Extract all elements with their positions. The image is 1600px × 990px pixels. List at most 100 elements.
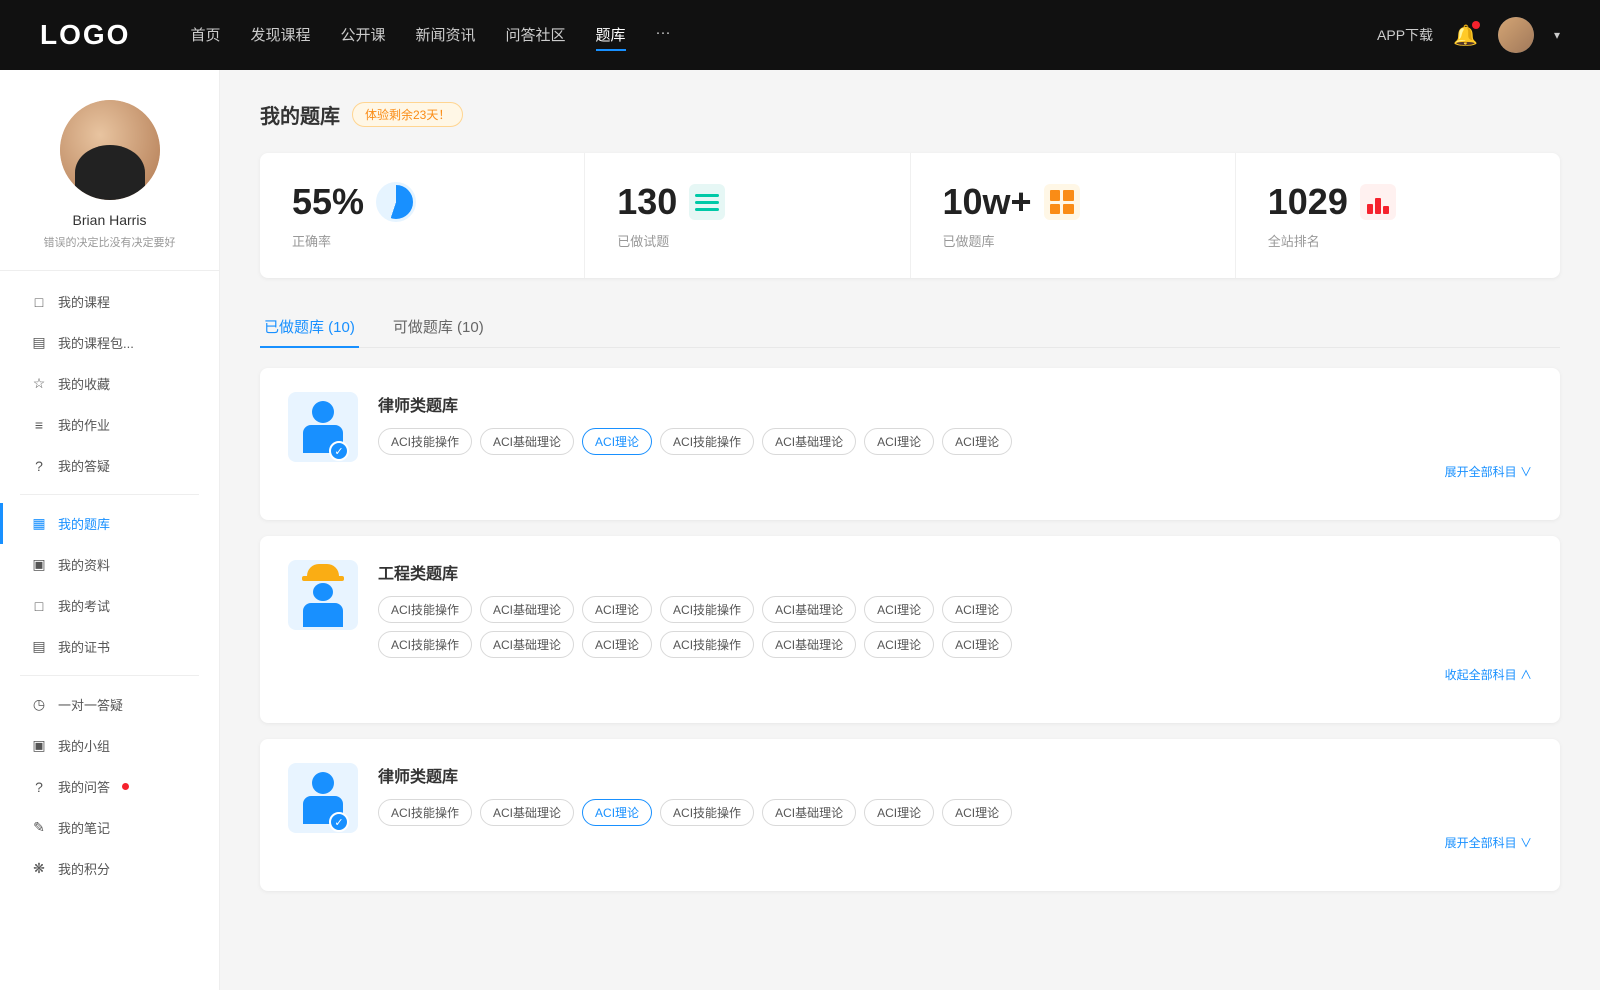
sidebar-item-groups[interactable]: ▣ 我的小组 [0, 725, 219, 766]
tag-3-7[interactable]: ACI理论 [942, 799, 1012, 826]
sidebar-item-certificates[interactable]: ▤ 我的证书 [0, 626, 219, 667]
tag-1-6[interactable]: ACI理论 [864, 428, 934, 455]
sidebar-item-label: 我的考试 [58, 596, 110, 615]
tag-3-6[interactable]: ACI理论 [864, 799, 934, 826]
tab-available-banks[interactable]: 可做题库 (10) [389, 306, 488, 347]
nav-logo[interactable]: LOGO [40, 19, 130, 51]
sidebar-item-my-qa[interactable]: ? 我的问答 [0, 766, 219, 807]
tag-2-5[interactable]: ACI基础理论 [762, 596, 856, 623]
tag-2-13[interactable]: ACI理论 [864, 631, 934, 658]
grid-cell-2 [1063, 190, 1074, 201]
tag-1-5[interactable]: ACI基础理论 [762, 428, 856, 455]
sidebar-item-homework[interactable]: ≡ 我的作业 [0, 404, 219, 445]
tag-2-6[interactable]: ACI理论 [864, 596, 934, 623]
notes-icon: ✎ [30, 819, 48, 836]
qbank-expand-3[interactable]: 展开全部科目 ∨ [378, 834, 1532, 851]
done-banks-icon [1044, 184, 1080, 220]
stat-done-questions: 130 已做试题 [585, 153, 910, 278]
nav-link-home[interactable]: 首页 [190, 20, 220, 51]
qbank-collapse-2[interactable]: 收起全部科目 ∧ [378, 666, 1532, 683]
nav-link-qa[interactable]: 问答社区 [506, 20, 566, 51]
tab-done-banks[interactable]: 已做题库 (10) [260, 306, 359, 347]
tag-2-10[interactable]: ACI理论 [582, 631, 652, 658]
nav-link-qbank[interactable]: 题库 [596, 20, 626, 51]
sidebar-divider-2 [20, 675, 199, 676]
tag-3-3[interactable]: ACI理论 [582, 799, 652, 826]
tag-3-1[interactable]: ACI技能操作 [378, 799, 472, 826]
tag-2-7[interactable]: ACI理论 [942, 596, 1012, 623]
sidebar-item-points[interactable]: ❋ 我的积分 [0, 848, 219, 889]
certificates-icon: ▤ [30, 638, 48, 655]
nav-link-discover[interactable]: 发现课程 [250, 20, 310, 51]
tag-2-14[interactable]: ACI理论 [942, 631, 1012, 658]
lawyer-checkmark: ✓ [329, 441, 349, 461]
stat-top-accuracy: 55% [292, 181, 552, 223]
qbank-card-2-header: 工程类题库 ACI技能操作 ACI基础理论 ACI理论 ACI技能操作 ACI基… [288, 560, 1532, 683]
user-menu-chevron[interactable]: ▾ [1554, 28, 1560, 42]
sidebar-item-qbank[interactable]: ▦ 我的题库 [0, 503, 219, 544]
engineer-hat-top [307, 564, 339, 576]
sidebar-item-label: 我的收藏 [58, 374, 110, 393]
my-courses-icon: □ [30, 294, 48, 310]
trial-badge: 体验剩余23天！ [352, 102, 463, 127]
main-content: 我的题库 体验剩余23天！ 55% 正确率 130 [220, 70, 1600, 990]
rank-bar-icon [1360, 184, 1396, 220]
sidebar-item-questions[interactable]: ? 我的答疑 [0, 445, 219, 486]
avatar-image-sidebar [60, 100, 160, 200]
my-qa-icon: ? [30, 779, 48, 795]
sidebar-item-label: 我的作业 [58, 415, 110, 434]
nav-link-opencourse[interactable]: 公开课 [340, 20, 385, 51]
tag-2-3[interactable]: ACI理论 [582, 596, 652, 623]
sidebar-item-label: 我的答疑 [58, 456, 110, 475]
tag-3-2[interactable]: ACI基础理论 [480, 799, 574, 826]
tag-1-7[interactable]: ACI理论 [942, 428, 1012, 455]
lawyer-checkmark-3: ✓ [329, 812, 349, 832]
stat-rank: 1029 全站排名 [1236, 153, 1560, 278]
tag-1-4[interactable]: ACI技能操作 [660, 428, 754, 455]
done-questions-label: 已做试题 [617, 231, 877, 250]
engineer-hat-brim [302, 576, 344, 581]
sidebar-item-label: 我的题库 [58, 514, 110, 533]
tag-2-4[interactable]: ACI技能操作 [660, 596, 754, 623]
sidebar-item-notes[interactable]: ✎ 我的笔记 [0, 807, 219, 848]
tag-1-3[interactable]: ACI理论 [582, 428, 652, 455]
tag-3-5[interactable]: ACI基础理论 [762, 799, 856, 826]
nav-link-news[interactable]: 新闻资讯 [416, 20, 476, 51]
groups-icon: ▣ [30, 737, 48, 754]
done-questions-value: 130 [617, 181, 677, 223]
engineer-body [303, 603, 343, 627]
nav-link-more[interactable]: ··· [656, 20, 671, 51]
tag-2-8[interactable]: ACI技能操作 [378, 631, 472, 658]
tag-2-11[interactable]: ACI技能操作 [660, 631, 754, 658]
sidebar-item-1on1[interactable]: ◷ 一对一答疑 [0, 684, 219, 725]
homework-icon: ≡ [30, 417, 48, 433]
tag-2-9[interactable]: ACI基础理论 [480, 631, 574, 658]
grid-cell-4 [1063, 204, 1074, 215]
stat-top-done-b: 10w+ [943, 181, 1203, 223]
sidebar-item-favorites[interactable]: ☆ 我的收藏 [0, 363, 219, 404]
qbank-expand-1[interactable]: 展开全部科目 ∨ [378, 463, 1532, 480]
sidebar-item-materials[interactable]: ▣ 我的资料 [0, 544, 219, 585]
sidebar-item-course-packages[interactable]: ▤ 我的课程包... [0, 322, 219, 363]
qbank-info-3: 律师类题库 ACI技能操作 ACI基础理论 ACI理论 ACI技能操作 ACI基… [378, 763, 1532, 851]
profile-avatar[interactable] [60, 100, 160, 200]
tag-2-2[interactable]: ACI基础理论 [480, 596, 574, 623]
tag-2-1[interactable]: ACI技能操作 [378, 596, 472, 623]
avatar-image [1498, 17, 1534, 53]
stat-top-done-q: 130 [617, 181, 877, 223]
lawyer-body-3: ✓ [303, 796, 343, 824]
accuracy-label: 正确率 [292, 231, 552, 250]
user-avatar[interactable] [1498, 17, 1534, 53]
tag-1-2[interactable]: ACI基础理论 [480, 428, 574, 455]
sidebar-item-exams[interactable]: □ 我的考试 [0, 585, 219, 626]
list-line-1 [695, 194, 719, 197]
sidebar-item-my-courses[interactable]: □ 我的课程 [0, 281, 219, 322]
exams-icon: □ [30, 598, 48, 614]
notification-bell[interactable]: 🔔 [1453, 23, 1478, 48]
tag-1-1[interactable]: ACI技能操作 [378, 428, 472, 455]
tag-2-12[interactable]: ACI基础理论 [762, 631, 856, 658]
tag-3-4[interactable]: ACI技能操作 [660, 799, 754, 826]
app-download-button[interactable]: APP下载 [1377, 25, 1433, 45]
qa-notification-dot [122, 783, 129, 790]
questions-icon: ? [30, 458, 48, 474]
